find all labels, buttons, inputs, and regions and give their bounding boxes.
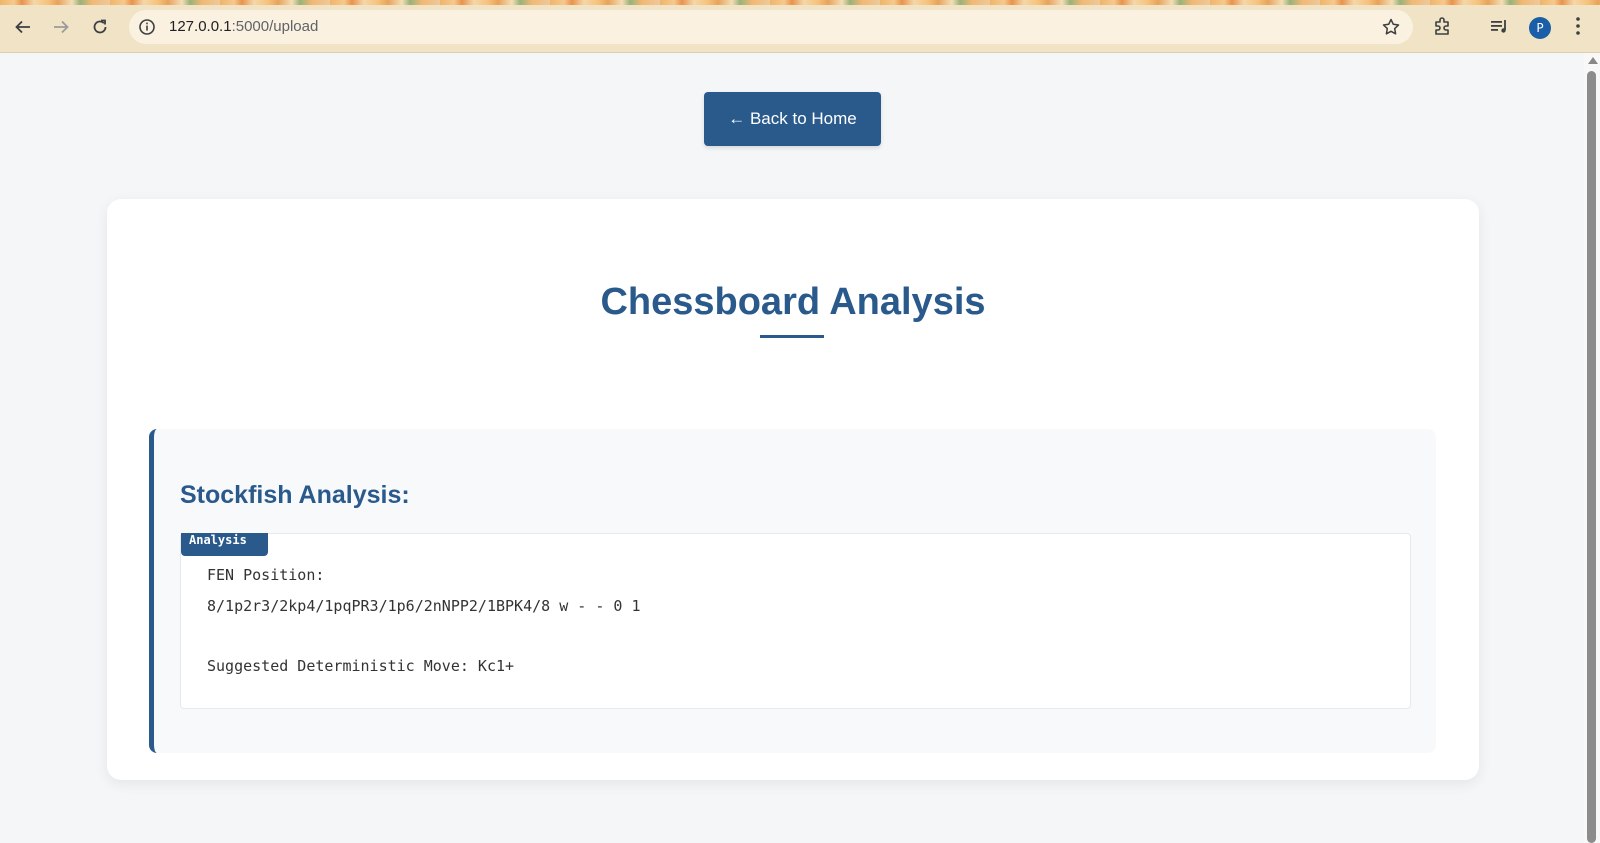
scrollbar-thumb[interactable] — [1587, 71, 1596, 843]
page-viewport: ← Back to Home Chessboard Analysis Stock… — [0, 53, 1584, 843]
url-path: :5000/upload — [231, 18, 319, 35]
analysis-card: Chessboard Analysis Stockfish Analysis: … — [107, 199, 1479, 780]
scroll-up-arrow-icon[interactable] — [1588, 57, 1598, 64]
media-queue-icon[interactable] — [1487, 14, 1511, 38]
url-text[interactable]: 127.0.0.1:5000/upload — [169, 18, 318, 35]
arrow-right-icon — [52, 18, 70, 36]
title-underline — [760, 335, 824, 338]
forward-nav-button[interactable] — [47, 13, 75, 41]
suggested-move: Suggested Deterministic Move: Kc1+ — [207, 657, 515, 675]
page-title: Chessboard Analysis — [600, 281, 986, 323]
vertical-scrollbar[interactable] — [1584, 53, 1600, 843]
arrow-left-icon — [14, 18, 32, 36]
reload-icon — [91, 18, 109, 36]
url-host: 127.0.0.1 — [169, 18, 232, 35]
fen-label: FEN Position: — [207, 566, 325, 584]
puzzle-icon[interactable] — [1431, 14, 1455, 38]
star-icon[interactable] — [1381, 17, 1401, 37]
back-to-home-button[interactable]: ← Back to Home — [704, 92, 881, 146]
analysis-tag: Analysis — [181, 533, 268, 556]
fen-value: 8/1p2r3/2kp4/1pqPR3/1p6/2nNPP2/1BPK4/8 w… — [207, 597, 641, 615]
reload-button[interactable] — [86, 13, 114, 41]
profile-avatar[interactable]: P — [1529, 17, 1551, 39]
address-bar[interactable]: 127.0.0.1:5000/upload — [129, 10, 1413, 44]
info-icon[interactable] — [137, 17, 157, 37]
theme-strip — [0, 0, 1600, 5]
browser-toolbar: 127.0.0.1:5000/upload P — [0, 0, 1600, 53]
section-heading: Stockfish Analysis: — [180, 481, 410, 509]
kebab-menu-icon[interactable] — [1566, 14, 1590, 38]
profile-initial: P — [1536, 21, 1544, 35]
analysis-output: Analysis FEN Position: 8/1p2r3/2kp4/1pqP… — [180, 533, 1411, 709]
stockfish-analysis-panel: Stockfish Analysis: Analysis FEN Positio… — [149, 429, 1436, 753]
back-nav-button[interactable] — [9, 13, 37, 41]
